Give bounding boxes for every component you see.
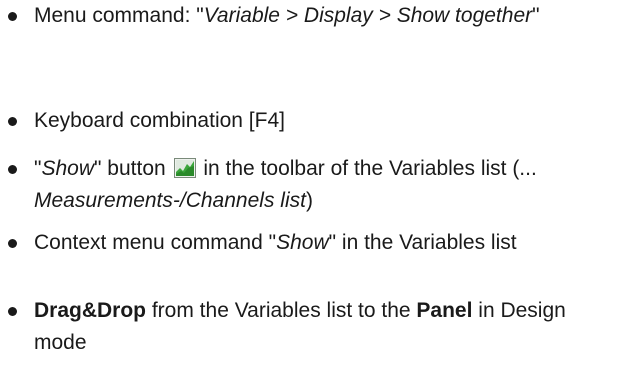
- bullet-dot: [8, 165, 17, 174]
- bullet-dot: [8, 239, 17, 248]
- menu-command-prefix: Menu command: ": [34, 4, 204, 27]
- context-menu-suffix: " in the Variables list: [328, 231, 517, 254]
- show-label: Show: [41, 157, 94, 180]
- panel-label: Panel: [416, 299, 473, 322]
- show-label: Show: [276, 231, 329, 254]
- list-item-text: Context menu command "Show" in the Varia…: [34, 227, 617, 259]
- bullet-dot: [8, 117, 17, 126]
- list-item-text: Menu command: "Variable > Display > Show…: [34, 0, 617, 32]
- context-menu-prefix: Context menu command ": [34, 231, 277, 254]
- show-chart-icon: [173, 158, 196, 178]
- list-item-text: Drag&Drop from the Variables list to the…: [34, 295, 617, 359]
- drag-drop-label: Drag&Drop: [34, 299, 147, 322]
- measurements-channels-link[interactable]: Measurements-/Channels list: [34, 189, 306, 212]
- drag-drop-middle: from the Variables list to the: [146, 299, 417, 322]
- list-item-text: "Show" button in the toolbar of the Vari…: [34, 153, 617, 217]
- document-page: Menu command: "Variable > Display > Show…: [0, 0, 623, 374]
- menu-path: Variable > Display > Show together: [203, 4, 533, 27]
- after-show-text: " button: [94, 157, 166, 180]
- keyboard-combination-text: Keyboard combination [F4]: [34, 109, 285, 132]
- after-icon-text: in the toolbar of the Variables list (..…: [197, 157, 537, 180]
- closing-paren: ): [305, 189, 313, 212]
- bullet-dot: [8, 307, 17, 316]
- bullet-dot: [8, 12, 17, 21]
- menu-command-suffix: ": [532, 4, 540, 27]
